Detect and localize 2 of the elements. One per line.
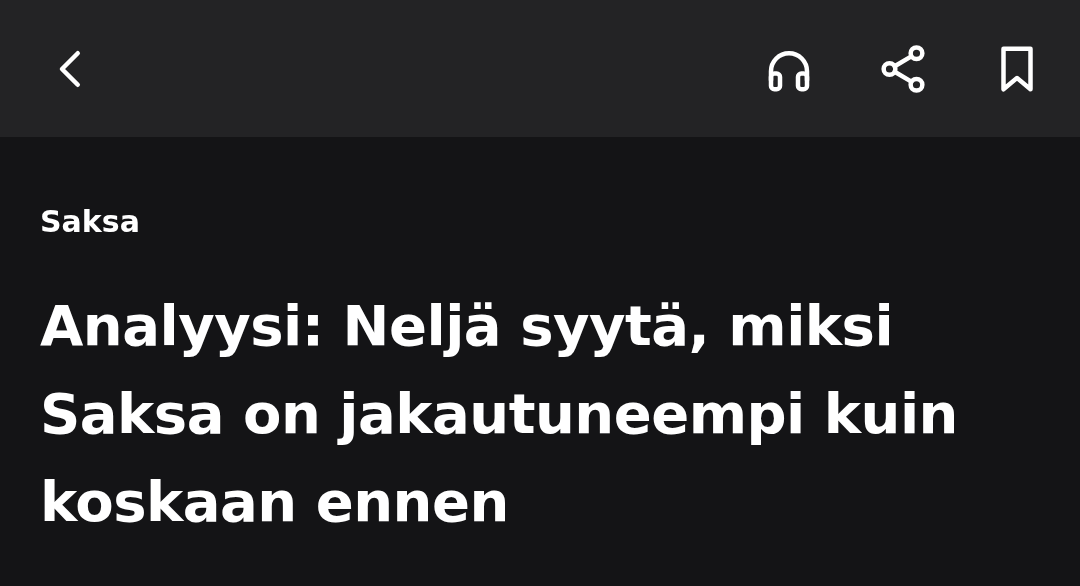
article-headline: Analyysi: Neljä syytä, miksi Saksa on jakautuneempi kuin koskaan ennen bbox=[40, 292, 959, 536]
category-label: Saksa bbox=[40, 203, 141, 241]
